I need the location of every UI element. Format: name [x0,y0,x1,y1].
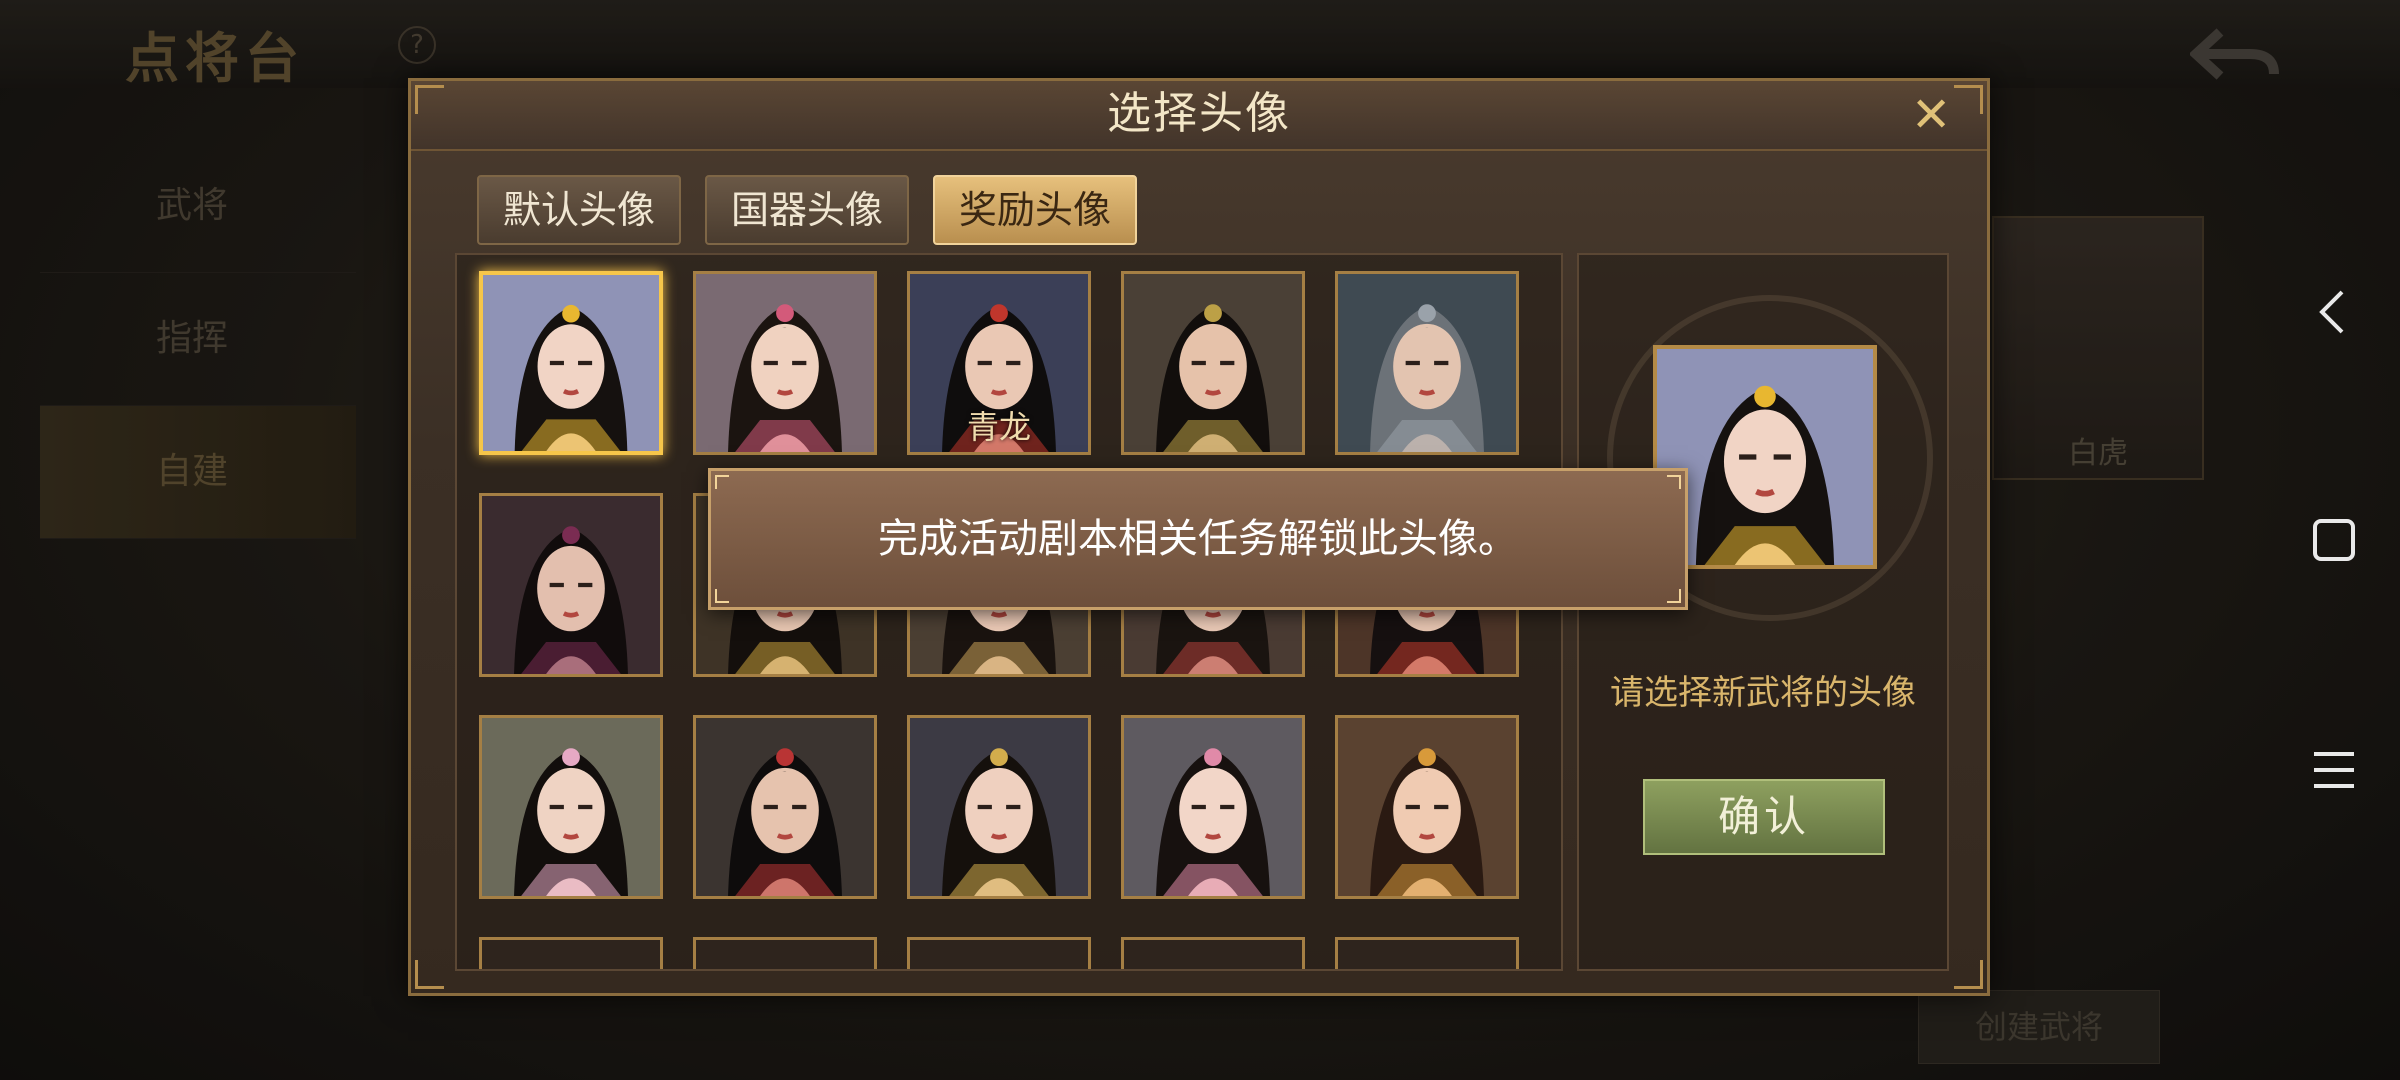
frame-corner [1954,960,1983,989]
avatar-option[interactable] [1121,715,1305,899]
back-icon[interactable] [2308,286,2360,338]
avatar-option-partial[interactable] [907,937,1091,969]
avatar-option[interactable] [479,271,663,455]
unlock-tooltip: 完成活动剧本相关任务解锁此头像。 [708,468,1688,610]
preview-panel: 请选择新武将的头像 确认 [1577,253,1949,971]
tab-default-avatar[interactable]: 默认头像 [477,175,681,245]
avatar-option-partial[interactable] [479,937,663,969]
tab-reward-avatar[interactable]: 奖励头像 [933,175,1137,245]
tab-national-avatar[interactable]: 国器头像 [705,175,909,245]
avatar-option[interactable] [907,715,1091,899]
dialog-header: 选择头像 ✕ [411,81,1987,151]
avatar-option[interactable] [479,715,663,899]
menu-icon[interactable] [2308,744,2360,796]
avatar-option[interactable] [693,271,877,455]
avatar-option-partial[interactable] [693,937,877,969]
frame-corner [415,960,444,989]
avatar-option[interactable] [1121,271,1305,455]
avatar-grid: 青龙 [455,253,1563,971]
avatar-option[interactable]: 青龙 [907,271,1091,455]
tooltip-text: 完成活动剧本相关任务解锁此头像。 [878,516,1518,562]
frame-corner [415,85,444,114]
avatar-option[interactable] [479,493,663,677]
avatar-option-partial[interactable] [1121,937,1305,969]
avatar-label: 青龙 [966,408,1031,446]
avatar-option-partial[interactable] [1335,937,1519,969]
avatar-option[interactable] [693,715,877,899]
confirm-button[interactable]: 确认 [1643,779,1885,855]
dialog-title: 选择头像 [1107,88,1291,139]
avatar-option[interactable] [1335,715,1519,899]
preview-hint: 请选择新武将的头像 [1610,673,1916,713]
avatar-option[interactable] [1335,271,1519,455]
home-icon[interactable] [2308,514,2360,566]
frame-corner [1954,85,1983,114]
close-icon[interactable]: ✕ [1911,91,1951,139]
